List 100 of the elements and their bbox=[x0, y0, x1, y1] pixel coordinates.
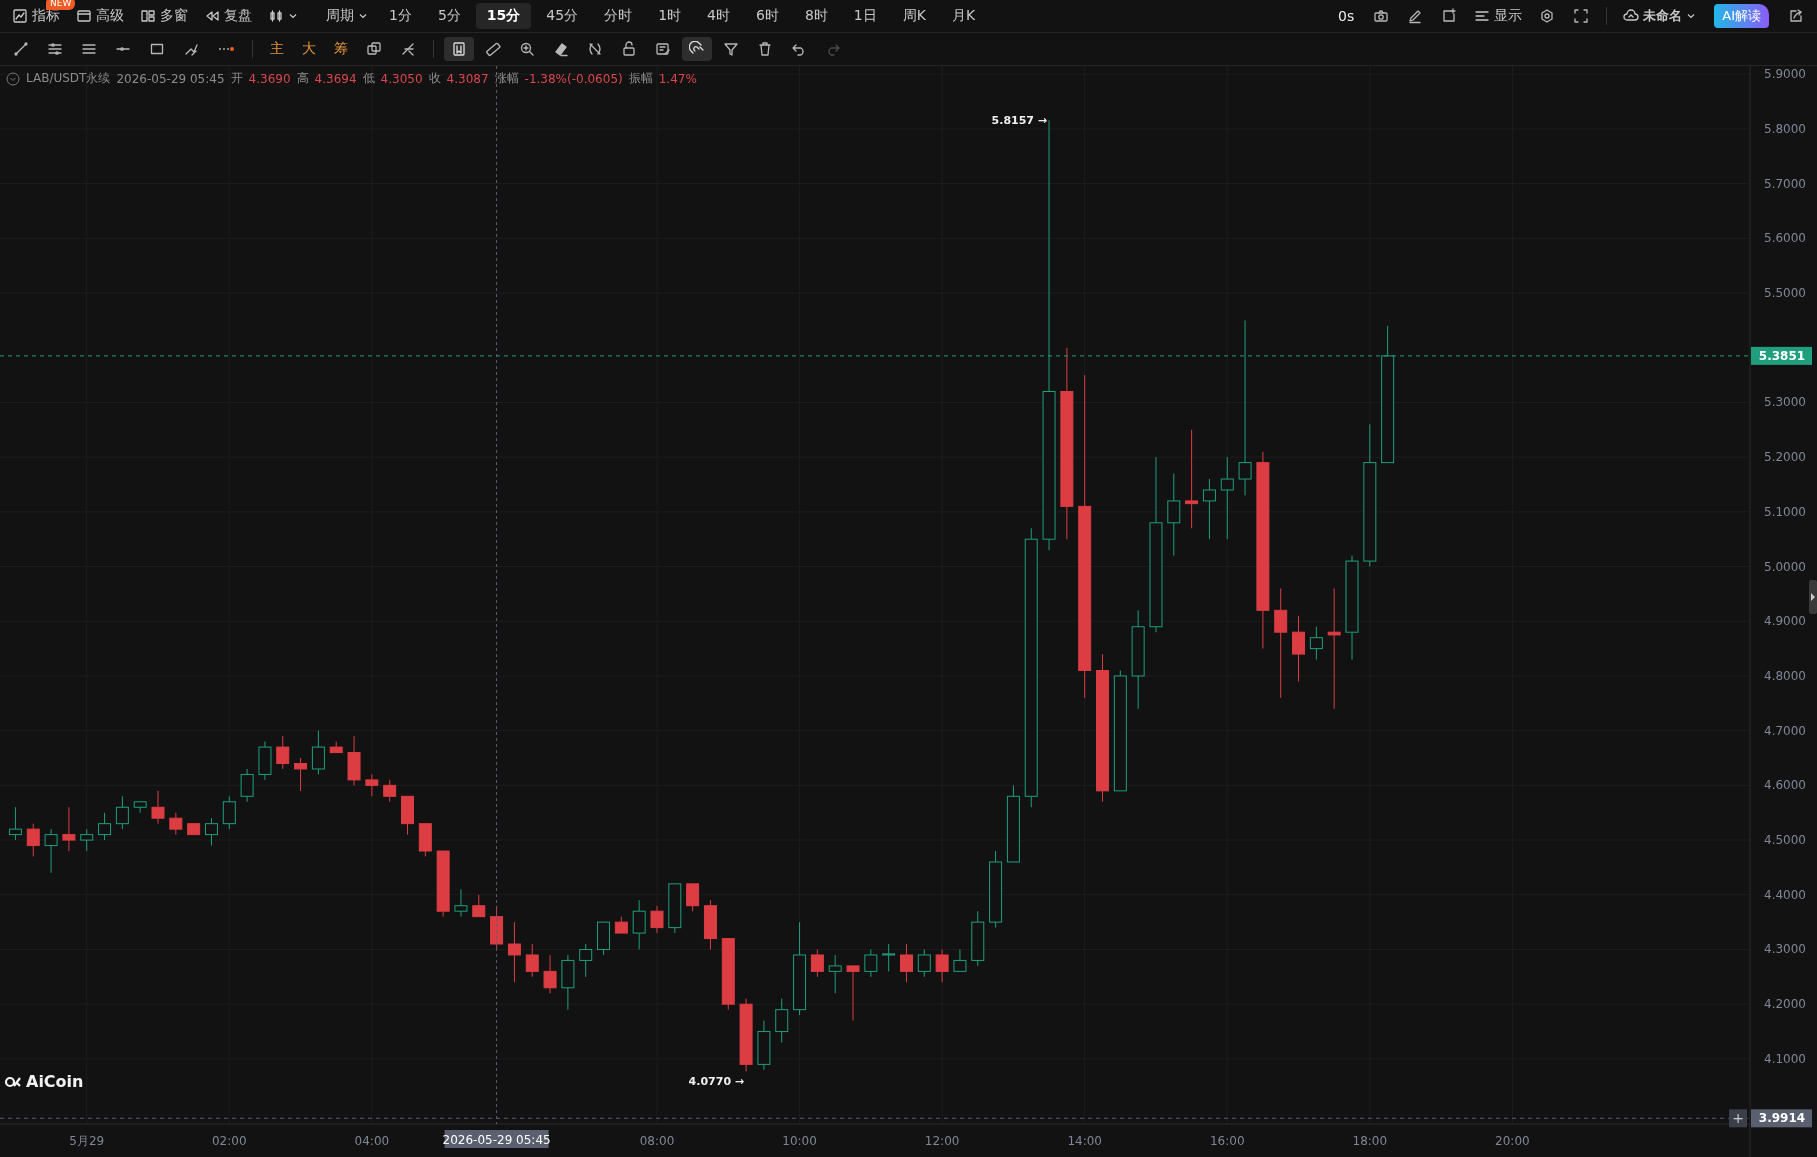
candlestick bbox=[418, 823, 432, 857]
time-axis-label: 14:00 bbox=[1067, 1134, 1102, 1148]
candlestick bbox=[44, 828, 58, 874]
candlestick bbox=[204, 817, 218, 847]
candlestick bbox=[62, 806, 76, 852]
magnet-toggle[interactable] bbox=[682, 37, 712, 61]
share-icon[interactable] bbox=[1788, 8, 1804, 24]
pencil-icon[interactable] bbox=[1407, 8, 1424, 24]
price-label-tag: 3.9914 bbox=[1751, 1109, 1812, 1128]
candlestick bbox=[365, 773, 379, 797]
ohlc-label: 高 bbox=[296, 70, 309, 87]
candlestick bbox=[347, 735, 361, 786]
caret-icon bbox=[288, 11, 298, 21]
time-axis-label: 10:00 bbox=[782, 1134, 817, 1148]
candlestick bbox=[650, 905, 664, 934]
price-axis-label: 5.7000 bbox=[1764, 176, 1806, 191]
time-axis-label: 20:00 bbox=[1495, 1134, 1530, 1148]
ohlc-label: 收 bbox=[428, 70, 441, 87]
ohlc-label: 开 bbox=[230, 70, 243, 87]
interval-tab[interactable]: 月K bbox=[940, 3, 987, 29]
interval-tab[interactable]: 6时 bbox=[745, 3, 790, 29]
candlestick bbox=[151, 790, 165, 825]
eraser-icon bbox=[553, 41, 569, 57]
trend-line-icon[interactable] bbox=[13, 41, 29, 57]
price-axis-label: 5.1000 bbox=[1764, 504, 1806, 519]
overlay-button[interactable]: 筹 bbox=[327, 38, 355, 60]
price-axis-label: 5.2000 bbox=[1764, 450, 1806, 465]
price-marker: 5.8157 → bbox=[991, 114, 1048, 128]
rectangle-icon[interactable] bbox=[149, 41, 165, 57]
candlestick bbox=[543, 954, 557, 994]
toolbar-button[interactable]: 复盘 bbox=[198, 2, 258, 30]
zoom-button[interactable]: + bbox=[1729, 1109, 1747, 1128]
candlestick bbox=[472, 894, 486, 918]
time-axis-label: 12:00 bbox=[924, 1134, 960, 1148]
cross-line-icon[interactable] bbox=[400, 41, 416, 57]
candlestick bbox=[26, 823, 40, 857]
hide-icon bbox=[587, 41, 603, 57]
amplitude-value: 1.47% bbox=[658, 71, 697, 86]
bookmark-toggle[interactable] bbox=[444, 37, 474, 61]
side-panel-handle[interactable] bbox=[1809, 580, 1817, 614]
candlestick bbox=[401, 795, 414, 836]
candlestick bbox=[935, 949, 949, 983]
interval-tab[interactable]: 8时 bbox=[793, 3, 839, 29]
time-axis-label: 02:00 bbox=[212, 1134, 247, 1148]
candlestick bbox=[8, 806, 22, 841]
price-axis-label: 5.0000 bbox=[1764, 559, 1806, 574]
candlestick bbox=[169, 812, 183, 836]
candlestick bbox=[614, 916, 628, 934]
ohlc-value: 4.3690 bbox=[248, 71, 291, 86]
edit-note-icon bbox=[655, 41, 671, 57]
unlock-icon bbox=[621, 41, 637, 57]
period-dropdown[interactable]: 周期 bbox=[320, 2, 374, 30]
ohlc-value: 4.3087 bbox=[446, 71, 489, 86]
interval-tab[interactable]: 周K bbox=[891, 3, 937, 29]
window-plus-icon[interactable] bbox=[1441, 8, 1458, 24]
amplitude-label: 振幅 bbox=[628, 70, 653, 87]
interval-tab[interactable]: 4时 bbox=[696, 3, 741, 29]
camera-icon[interactable] bbox=[1373, 8, 1390, 24]
interval-tab[interactable]: 5分 bbox=[426, 3, 472, 29]
settings-icon[interactable] bbox=[1539, 8, 1556, 24]
ohlc-value: 4.3050 bbox=[380, 71, 423, 86]
candlestick bbox=[828, 954, 842, 994]
overlay-button[interactable]: 大 bbox=[295, 38, 323, 60]
candlestick-icon bbox=[268, 8, 284, 24]
interval-tab[interactable]: 1时 bbox=[647, 3, 693, 29]
price-label-tag: 5.3851 bbox=[1751, 346, 1812, 365]
fullscreen-icon[interactable] bbox=[1573, 8, 1590, 24]
toolbar-button[interactable]: 多窗 bbox=[134, 2, 194, 30]
price-axis-label: 4.4000 bbox=[1764, 887, 1806, 902]
change-label: 涨幅 bbox=[494, 70, 519, 87]
interval-tab[interactable]: 分时 bbox=[593, 3, 644, 29]
price-axis-label: 4.1000 bbox=[1764, 1051, 1806, 1066]
candlestick bbox=[98, 812, 112, 841]
cloud-icon bbox=[1623, 8, 1640, 24]
price-axis-label: 4.3000 bbox=[1764, 942, 1806, 957]
interval-tab[interactable]: 1分 bbox=[378, 3, 423, 29]
candlestick bbox=[133, 801, 147, 814]
layers-icon[interactable] bbox=[366, 41, 382, 57]
time-axis-label: 5月29 bbox=[69, 1134, 105, 1148]
price-axis-label: 4.2000 bbox=[1764, 997, 1806, 1012]
candlestick bbox=[846, 965, 860, 1022]
price-axis-label: 5.5000 bbox=[1764, 286, 1806, 301]
trash-icon bbox=[757, 41, 773, 57]
interval-tab[interactable]: 45分 bbox=[535, 3, 590, 29]
candlestick bbox=[1292, 615, 1306, 682]
workspace-dropdown[interactable]: 未命名 bbox=[1617, 2, 1703, 30]
interval-tab[interactable]: 1日 bbox=[842, 3, 888, 29]
display-button[interactable]: 显示 bbox=[1468, 2, 1529, 30]
collapse-icon[interactable] bbox=[6, 71, 20, 86]
interval-tab[interactable]: 15分 bbox=[475, 3, 532, 29]
candlestick bbox=[187, 823, 201, 836]
window-icon bbox=[76, 8, 92, 24]
price-axis-label: 5.3000 bbox=[1764, 395, 1806, 410]
horizontal-lines-icon[interactable] bbox=[81, 41, 97, 57]
logo-icon bbox=[4, 1074, 22, 1089]
parallel-lines-icon[interactable] bbox=[47, 41, 63, 57]
candlestick bbox=[507, 921, 521, 983]
overlay-button[interactable]: 主 bbox=[263, 38, 291, 60]
price-axis-label: 5.8000 bbox=[1764, 121, 1806, 136]
price-axis-label: 4.9000 bbox=[1764, 614, 1806, 629]
